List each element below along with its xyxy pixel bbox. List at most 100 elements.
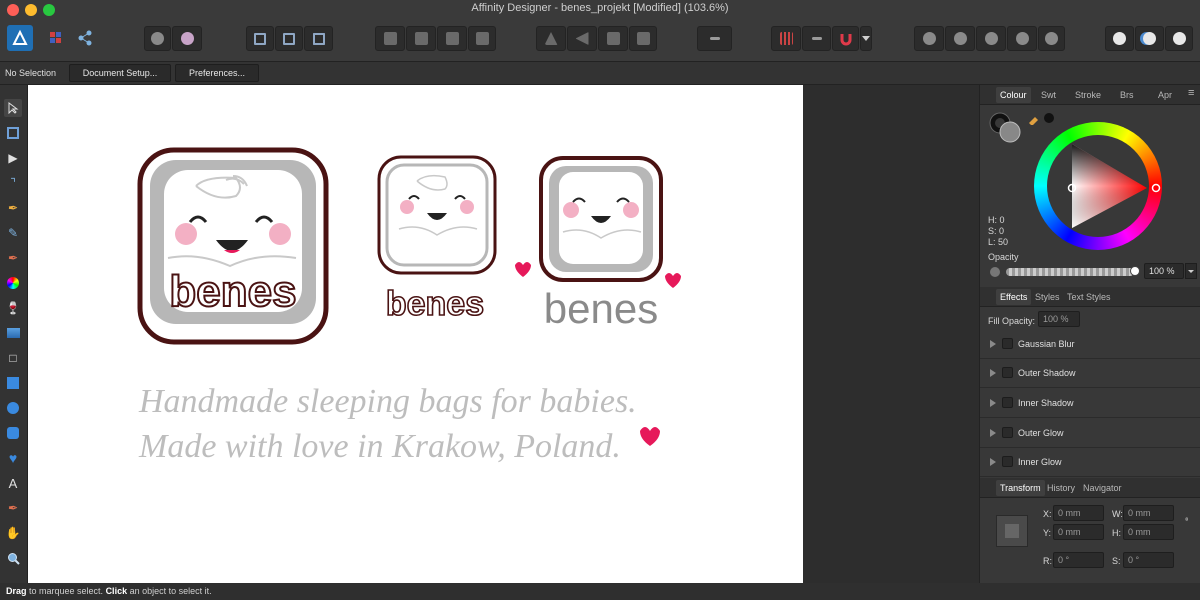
artistic-text-tool[interactable]: A [4, 474, 22, 492]
effect-inner-shadow[interactable]: Inner Shadow [980, 389, 1200, 418]
transparency-tool[interactable]: 🍷 [4, 299, 22, 317]
x-field[interactable]: 0 mm [1053, 505, 1104, 521]
snapping-options-dropdown[interactable] [860, 26, 872, 51]
anchor-selector[interactable] [996, 515, 1028, 547]
tab-text-styles[interactable]: Text Styles [1067, 292, 1111, 302]
designer-persona-button[interactable] [7, 25, 33, 51]
place-image-tool[interactable] [4, 324, 22, 342]
title-bar: Affinity Designer - benes_projekt [Modif… [0, 0, 1200, 62]
effect-inner-glow[interactable]: Inner Glow [980, 448, 1200, 477]
ellipse-tool[interactable] [4, 399, 22, 417]
preferences-button[interactable]: Preferences... [175, 64, 259, 82]
lock-aspect-icon[interactable]: ⚭ [1182, 516, 1190, 522]
selection-status: No Selection [5, 68, 57, 78]
effect-gaussian-blur[interactable]: Gaussian Blur [980, 330, 1200, 359]
view-mode-button[interactable] [275, 26, 303, 51]
boolean-subtract-button[interactable] [945, 26, 975, 51]
rectangle-tool[interactable] [4, 374, 22, 392]
rotation-field[interactable]: 0 ° [1053, 552, 1104, 568]
fill-opacity-field[interactable]: 100 % [1038, 311, 1080, 327]
effect-checkbox[interactable] [1002, 427, 1013, 438]
zoom-tool[interactable] [4, 549, 22, 567]
tab-colour[interactable]: Colour [996, 87, 1031, 103]
rotate-left-button[interactable] [598, 26, 628, 51]
snapping-button[interactable] [832, 26, 859, 51]
opacity-dropdown[interactable] [1185, 263, 1197, 279]
node-tool[interactable]: ▶ [4, 149, 22, 167]
flip-horizontal-button[interactable] [536, 26, 566, 51]
tab-appearance[interactable]: Apr [1158, 90, 1172, 100]
tab-navigator[interactable]: Navigator [1083, 483, 1122, 493]
expand-arrow-icon[interactable] [990, 399, 996, 407]
effect-outer-glow[interactable]: Outer Glow [980, 419, 1200, 448]
expand-arrow-icon[interactable] [990, 458, 996, 466]
shear-field[interactable]: 0 ° [1123, 552, 1174, 568]
isolate-button[interactable] [246, 26, 274, 51]
opacity-value[interactable]: 100 % [1144, 263, 1184, 279]
pen-tool[interactable]: ✒ [4, 199, 22, 217]
boolean-xor-button[interactable] [1007, 26, 1037, 51]
move-forward-one-button[interactable] [437, 26, 467, 51]
isolate-icon [254, 32, 266, 45]
expand-arrow-icon[interactable] [990, 369, 996, 377]
shape-tool[interactable]: ♥ [4, 449, 22, 467]
effect-checkbox[interactable] [1002, 338, 1013, 349]
tab-effects[interactable]: Effects [996, 289, 1032, 305]
h-field[interactable]: 0 mm [1123, 524, 1174, 540]
y-field[interactable]: 0 mm [1053, 524, 1104, 540]
fill-stroke-wells[interactable] [988, 111, 1024, 145]
rotate-right-button[interactable] [629, 26, 657, 51]
effect-checkbox[interactable] [1002, 367, 1013, 378]
tab-transform[interactable]: Transform [996, 480, 1045, 496]
boolean-intersect-button[interactable] [976, 26, 1006, 51]
tab-stroke[interactable]: Stroke [1075, 90, 1101, 100]
tab-swatches[interactable]: Swt [1041, 90, 1056, 100]
fill-tool[interactable] [4, 274, 22, 292]
expand-arrow-icon[interactable] [990, 429, 996, 437]
insert-inside-button[interactable] [1105, 26, 1134, 51]
tab-styles[interactable]: Styles [1035, 292, 1060, 302]
transform-origin-button[interactable] [304, 26, 333, 51]
boolean-divide-button[interactable] [1038, 26, 1065, 51]
boolean-add-button[interactable] [914, 26, 944, 51]
effect-checkbox[interactable] [1002, 397, 1013, 408]
corner-tool[interactable]: ⌝ [4, 174, 22, 192]
tab-history[interactable]: History [1047, 483, 1075, 493]
vector-brush-tool[interactable]: ✒ [4, 249, 22, 267]
crop-tool[interactable]: □ [4, 349, 22, 367]
move-to-front-button[interactable] [468, 26, 496, 51]
expand-arrow-icon[interactable] [990, 340, 996, 348]
artboard-tool[interactable] [4, 124, 22, 142]
assistant-button[interactable] [144, 26, 171, 51]
effect-checkbox[interactable] [1002, 456, 1013, 467]
color-picker-tool[interactable]: ✒ [4, 499, 22, 517]
document-setup-button[interactable]: Document Setup... [69, 64, 171, 82]
insert-top-button[interactable] [1165, 26, 1193, 51]
rounded-rectangle-tool[interactable] [4, 424, 22, 442]
snapping-assistant-button[interactable] [172, 26, 202, 51]
colour-triangle[interactable] [1034, 122, 1162, 250]
artboard[interactable]: benes benes benes Handmade sleeping bags… [28, 85, 803, 583]
opacity-slider[interactable] [1006, 268, 1134, 276]
insert-behind-button[interactable] [1135, 26, 1164, 51]
guides-button[interactable] [802, 26, 831, 51]
grid-button[interactable] [771, 26, 801, 51]
color-wheel-icon [7, 277, 19, 289]
workspace[interactable]: benes benes benes Handmade sleeping bags… [28, 85, 979, 583]
move-tool[interactable] [4, 99, 22, 117]
move-back-one-button[interactable] [406, 26, 436, 51]
panel-menu-icon[interactable]: ≡ [1188, 87, 1194, 99]
opacity-slider-handle[interactable] [1130, 266, 1140, 276]
tab-brushes[interactable]: Brs [1120, 90, 1134, 100]
pixel-persona-button[interactable] [43, 25, 69, 51]
view-tool[interactable]: ✋ [4, 524, 22, 542]
export-persona-button[interactable] [72, 25, 98, 51]
effect-outer-shadow[interactable]: Outer Shadow [980, 359, 1200, 388]
move-to-back-button[interactable] [375, 26, 405, 51]
align-button[interactable] [697, 26, 732, 51]
node-pointer-icon: ▶ [8, 151, 18, 165]
w-field[interactable]: 0 mm [1123, 505, 1174, 521]
pencil-tool[interactable]: ✎ [4, 224, 22, 242]
transform-panel-tabs: Transform History Navigator [980, 478, 1200, 498]
flip-vertical-button[interactable] [567, 26, 597, 51]
